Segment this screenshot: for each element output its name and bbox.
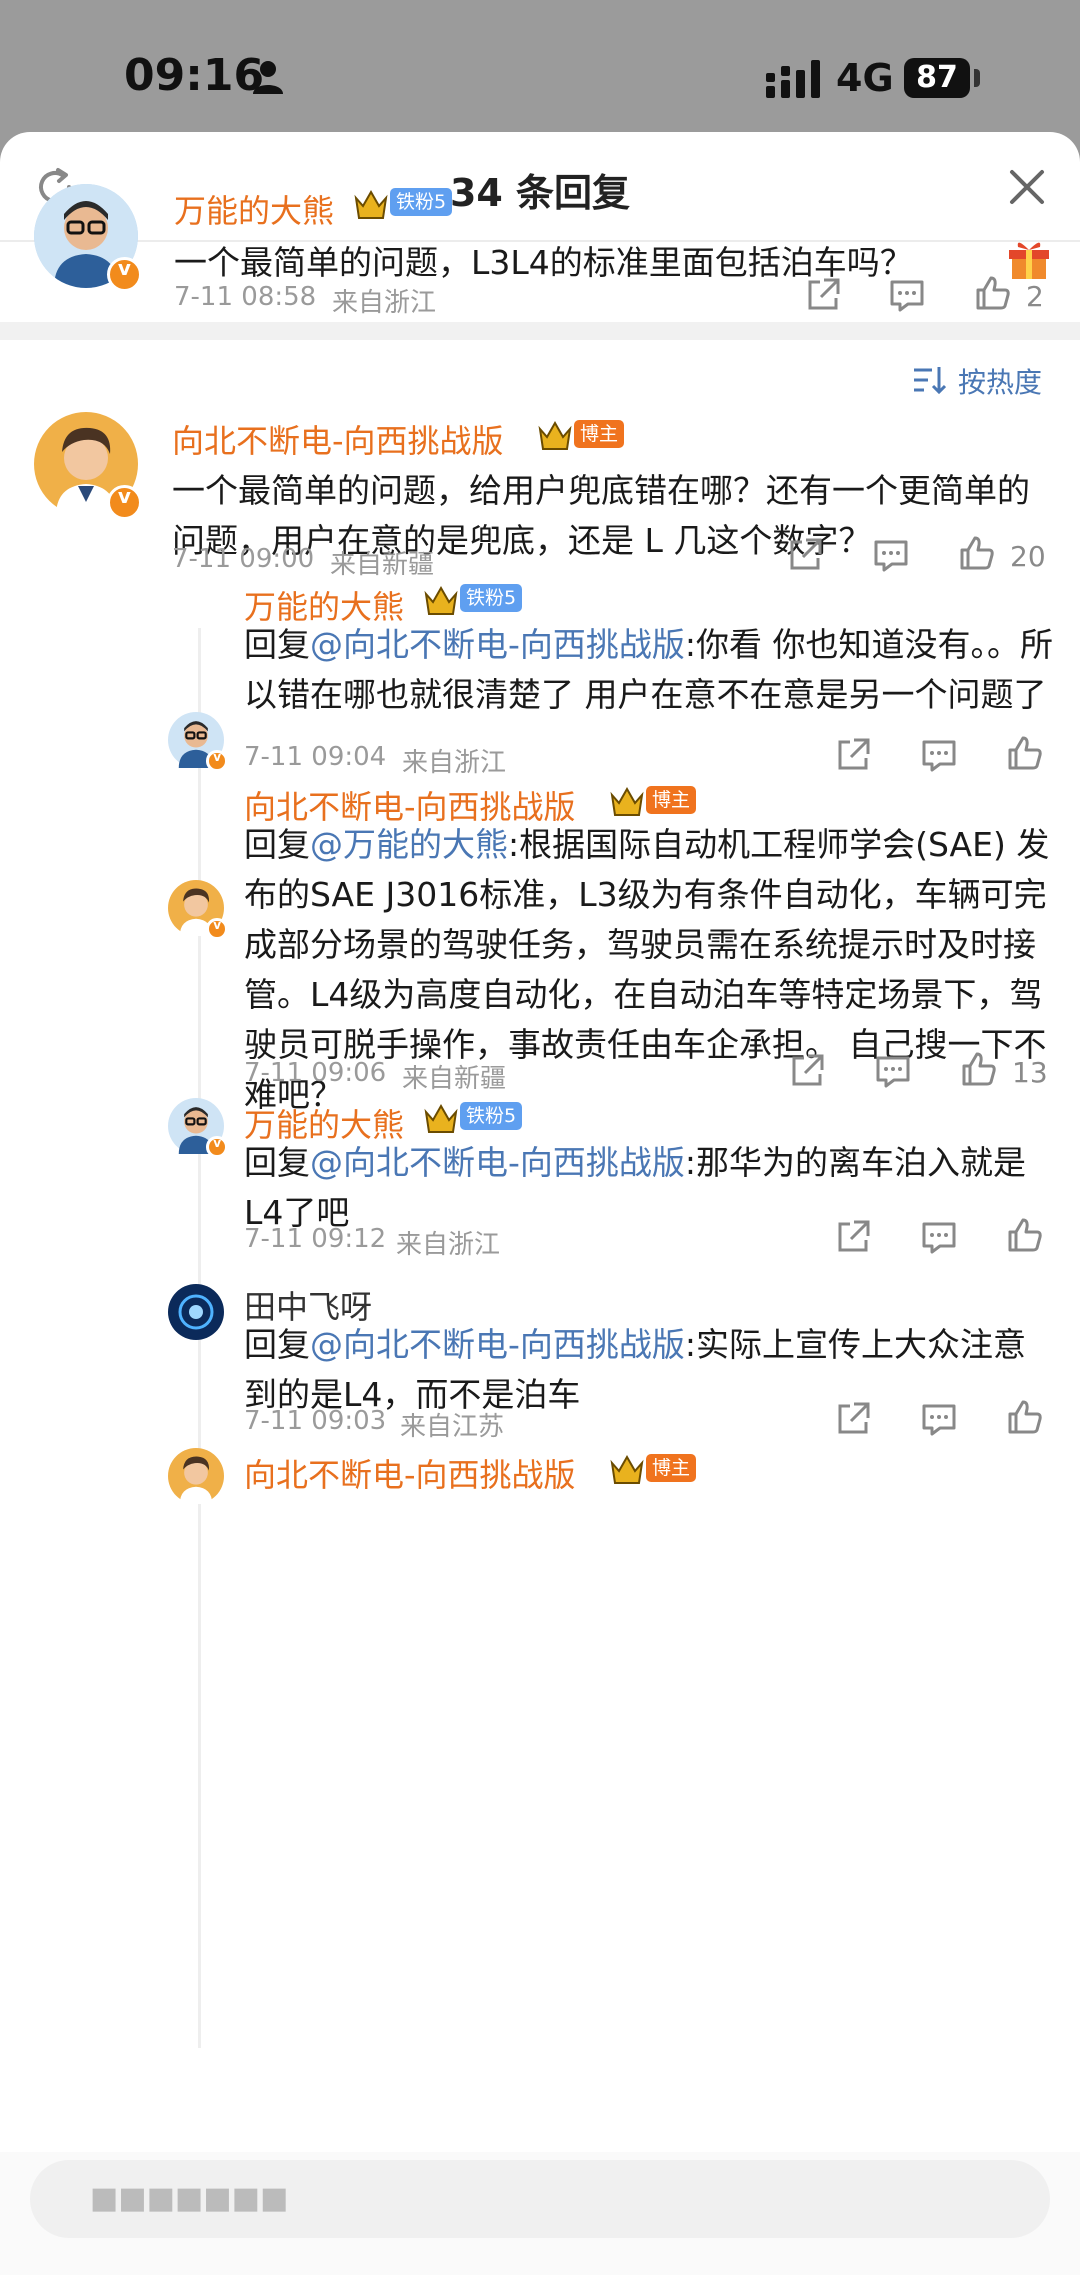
username[interactable]: 向北不断电-向西挑战版 bbox=[244, 1450, 576, 1496]
mention-link[interactable]: @向北不断电-向西挑战版 bbox=[310, 1325, 685, 1364]
share-icon[interactable] bbox=[804, 276, 842, 314]
comment-location: 来自新疆 bbox=[330, 550, 435, 580]
avatar[interactable] bbox=[168, 880, 228, 940]
mention-link[interactable]: @向北不断电-向西挑战版 bbox=[310, 1143, 685, 1182]
battery-tip bbox=[974, 69, 980, 87]
share-icon[interactable] bbox=[834, 1400, 872, 1438]
reply-prefix: 回复 bbox=[244, 1143, 310, 1182]
status-bar: 09:16 4G 87 bbox=[0, 0, 1080, 140]
network-type: 4G bbox=[836, 56, 894, 100]
avatar-illustration bbox=[168, 1448, 224, 1504]
username[interactable]: 万能的大熊 bbox=[174, 186, 334, 232]
reply-input[interactable]: ■■■■■■■ bbox=[30, 2160, 1050, 2238]
sheet-title: 34 条回复 bbox=[449, 171, 631, 215]
gift-icon bbox=[1009, 242, 1049, 279]
comment-icon[interactable] bbox=[920, 736, 958, 774]
comment-icon[interactable] bbox=[920, 1218, 958, 1256]
crown-icon bbox=[354, 189, 388, 219]
username[interactable]: 向北不断电-向西挑战版 bbox=[172, 416, 504, 462]
share-icon[interactable] bbox=[834, 736, 872, 774]
comment-time: 7-11 09:03 bbox=[244, 1406, 387, 1436]
fan-badge: 铁粉5 bbox=[460, 1102, 523, 1130]
reply-input-placeholder: ■■■■■■■ bbox=[90, 2181, 289, 2216]
mention-link[interactable]: @向北不断电-向西挑战版 bbox=[310, 625, 685, 664]
crown-icon bbox=[424, 585, 458, 615]
comment-time: 7-11 09:06 bbox=[244, 1058, 387, 1088]
share-icon[interactable] bbox=[834, 1218, 872, 1256]
verified-badge-icon bbox=[106, 484, 142, 520]
share-icon[interactable] bbox=[788, 1052, 826, 1090]
avatar[interactable] bbox=[34, 412, 142, 520]
replies-sheet: 34 条回复 万能的大熊 铁粉5 一个最简单的问题，L3L4的标准里面包括泊车吗… bbox=[0, 132, 1080, 2275]
like-icon[interactable] bbox=[1006, 1398, 1044, 1436]
crown-icon bbox=[610, 786, 644, 816]
crown-icon bbox=[424, 1103, 458, 1133]
verified-badge-icon bbox=[206, 750, 228, 772]
comment-icon[interactable] bbox=[920, 1400, 958, 1438]
sort-icon bbox=[914, 367, 946, 395]
status-time: 09:16 bbox=[124, 50, 265, 101]
reply-text: 回复@向北不断电-向西挑战版:你看 你也知道没有。。所以错在哪也就很清楚了 用户… bbox=[244, 620, 1054, 720]
close-icon[interactable] bbox=[1008, 168, 1046, 206]
avatar[interactable] bbox=[168, 1284, 224, 1340]
comment-icon[interactable] bbox=[874, 1052, 912, 1090]
verified-badge-icon bbox=[106, 256, 142, 292]
avatar[interactable] bbox=[168, 712, 228, 772]
comment-time: 7-11 09:12 bbox=[244, 1224, 387, 1254]
like-count: 2 bbox=[1026, 280, 1044, 313]
reply-prefix: 回复 bbox=[244, 825, 310, 864]
battery-icon: 87 bbox=[904, 58, 970, 98]
person-icon bbox=[253, 61, 283, 94]
mention-link[interactable]: @万能的大熊 bbox=[310, 825, 508, 864]
comment-location: 来自浙江 bbox=[402, 748, 507, 778]
section-divider bbox=[0, 322, 1080, 340]
like-icon[interactable] bbox=[974, 274, 1012, 312]
like-icon[interactable] bbox=[958, 534, 996, 572]
like-count: 13 bbox=[1012, 1056, 1048, 1089]
avatar-illustration bbox=[168, 1284, 224, 1340]
sheet-header: 34 条回复 bbox=[0, 132, 1080, 242]
like-icon[interactable] bbox=[1006, 734, 1044, 772]
fan-badge: 铁粉5 bbox=[460, 584, 523, 612]
host-badge: 博主 bbox=[646, 786, 697, 814]
avatar[interactable] bbox=[34, 184, 142, 292]
signal-icon bbox=[766, 60, 820, 98]
like-icon[interactable] bbox=[960, 1050, 998, 1088]
comment-time: 7-11 09:00 bbox=[172, 544, 315, 574]
comment-time: 7-11 09:04 bbox=[244, 742, 387, 772]
verified-badge-icon bbox=[206, 918, 228, 940]
crown-icon bbox=[610, 1454, 644, 1484]
comment-location: 来自浙江 bbox=[332, 288, 437, 318]
comment-icon[interactable] bbox=[872, 536, 910, 574]
host-badge: 博主 bbox=[574, 420, 625, 448]
like-count: 20 bbox=[1010, 540, 1046, 573]
comment-location: 来自浙江 bbox=[396, 1230, 501, 1260]
avatar[interactable] bbox=[168, 1098, 228, 1158]
reply-input-bar: ■■■■■■■ bbox=[0, 2152, 1080, 2275]
host-badge: 博主 bbox=[646, 1454, 697, 1482]
fan-badge: 铁粉5 bbox=[390, 188, 453, 216]
share-icon[interactable] bbox=[786, 536, 824, 574]
comment-icon[interactable] bbox=[888, 276, 926, 314]
reply-prefix: 回复 bbox=[244, 625, 310, 664]
verified-badge-icon bbox=[206, 1136, 228, 1158]
like-icon[interactable] bbox=[1006, 1216, 1044, 1254]
comment-time: 7-11 08:58 bbox=[174, 282, 317, 312]
sort-label: 按热度 bbox=[958, 366, 1043, 399]
crown-icon bbox=[538, 420, 572, 450]
reply-prefix: 回复 bbox=[244, 1325, 310, 1364]
avatar[interactable] bbox=[168, 1448, 224, 1504]
comment-location: 来自江苏 bbox=[400, 1412, 505, 1442]
comment-location: 来自新疆 bbox=[402, 1064, 507, 1094]
